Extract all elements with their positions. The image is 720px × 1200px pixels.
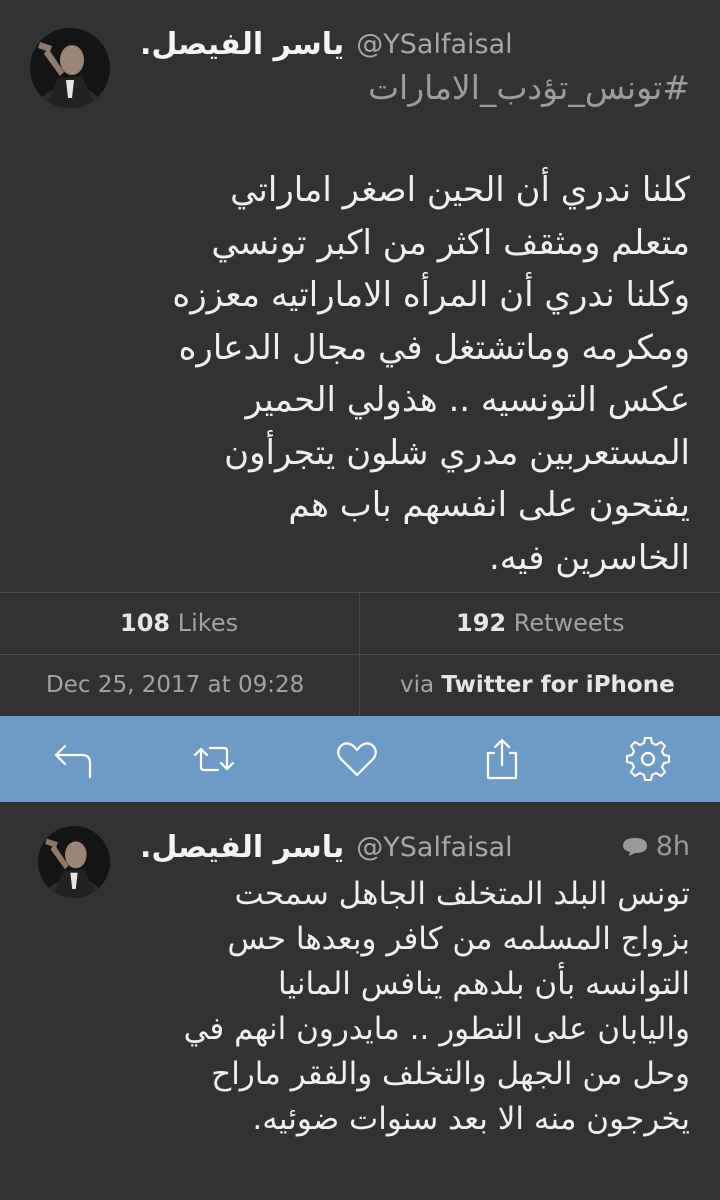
divider — [359, 655, 360, 716]
avatar[interactable] — [30, 28, 110, 108]
via-prefix: via — [400, 672, 435, 698]
tweet-text: كلنا ندري أن الحين اصغر اماراتي متعلم وم… — [30, 164, 690, 584]
tweet-text-line: يفتحون على انفسهم باب هم — [288, 485, 690, 525]
user-handle[interactable]: @YSalfaisal — [356, 832, 512, 863]
tweet-text-line: وحل من الجهل والتخلف والفقر ماراح — [211, 1056, 690, 1092]
tweet-text-line: كلنا ندري أن الحين اصغر اماراتي — [230, 170, 690, 210]
heart-icon — [337, 742, 377, 777]
reply-button[interactable] — [52, 737, 96, 781]
via-app[interactable]: Twitter for iPhone — [441, 672, 674, 698]
likes-label: Likes — [177, 609, 239, 637]
main-tweet: ياسر الفيصل. @YSalfaisal #تونس_تؤدب_الام… — [0, 0, 720, 592]
tweet-text-line: ومكرمه وماتشتغل في مجال الدعاره — [178, 327, 690, 368]
divider — [359, 592, 360, 654]
tweet-text-line: واليابان على التطور .. مايدرون انهم في — [183, 1011, 690, 1047]
likes-stat[interactable]: 108 Likes — [120, 592, 238, 654]
tweet-text-line: تونس البلد المتخلف الجاهل سمحت — [234, 876, 690, 912]
tweet-stats: 108 Likes 192 Retweets — [0, 592, 720, 654]
tweet-time: 8h — [622, 826, 690, 868]
time-label: 8h — [655, 831, 690, 862]
tweet-source: via Twitter for iPhone — [400, 655, 675, 716]
retweets-label: Retweets — [513, 609, 625, 637]
author-row: ياسر الفيصل. @YSalfaisal — [140, 22, 516, 66]
share-icon — [486, 738, 518, 780]
tweet-text-line: وكلنا ندري أن المرأه الاماراتيه معززه — [172, 275, 690, 315]
reply-tweet[interactable]: ياسر الفيصل. @YSalfaisal 8h تونس البلد ا… — [0, 802, 720, 1200]
like-button[interactable] — [335, 737, 379, 781]
tweet-text-line: عكس التونسيه .. هذولي الحمير — [245, 380, 691, 420]
author-row: ياسر الفيصل. @YSalfaisal — [140, 826, 520, 868]
tweet-text-line: التوانسه بأن بلدهم ينافس المانيا — [278, 966, 690, 1002]
tweet-date: Dec 25, 2017 at 09:28 — [46, 672, 305, 698]
user-handle[interactable]: @YSalfaisal — [356, 29, 512, 60]
action-bar — [0, 716, 720, 802]
gear-icon — [626, 737, 670, 781]
tweet-text-line: الخاسرين فيه. — [488, 537, 690, 578]
settings-button[interactable] — [626, 737, 670, 781]
retweets-stat[interactable]: 192 Retweets — [456, 592, 625, 654]
tweet-text-line: يخرجون منه الا بعد سنوات ضوئيه. — [252, 1101, 690, 1137]
retweet-button[interactable] — [192, 737, 236, 781]
reply-icon — [54, 744, 92, 779]
tweet-meta: Dec 25, 2017 at 09:28 via Twitter for iP… — [0, 655, 720, 716]
retweets-count: 192 — [456, 609, 507, 637]
tweet-text-line: المستعربين مدري شلون يتجرأون — [224, 432, 690, 473]
display-name[interactable]: ياسر الفيصل. — [140, 830, 344, 865]
hashtag[interactable]: #تونس_تؤدب_الامارات — [368, 68, 690, 107]
speech-bubble-icon — [622, 838, 647, 856]
tweet-text-line: بزواج المسلمه من كافر وبعدها حس — [227, 921, 690, 957]
likes-count: 108 — [120, 609, 171, 637]
retweet-icon — [193, 746, 235, 772]
share-button[interactable] — [480, 737, 524, 781]
tweet-text: تونس البلد المتخلف الجاهل سمحت بزواج الم… — [70, 872, 690, 1142]
display-name[interactable]: ياسر الفيصل. — [140, 27, 344, 62]
tweet-text-line: متعلم ومثقف اكثر من اكبر تونسي — [211, 222, 690, 263]
avatar-photo — [30, 28, 110, 108]
